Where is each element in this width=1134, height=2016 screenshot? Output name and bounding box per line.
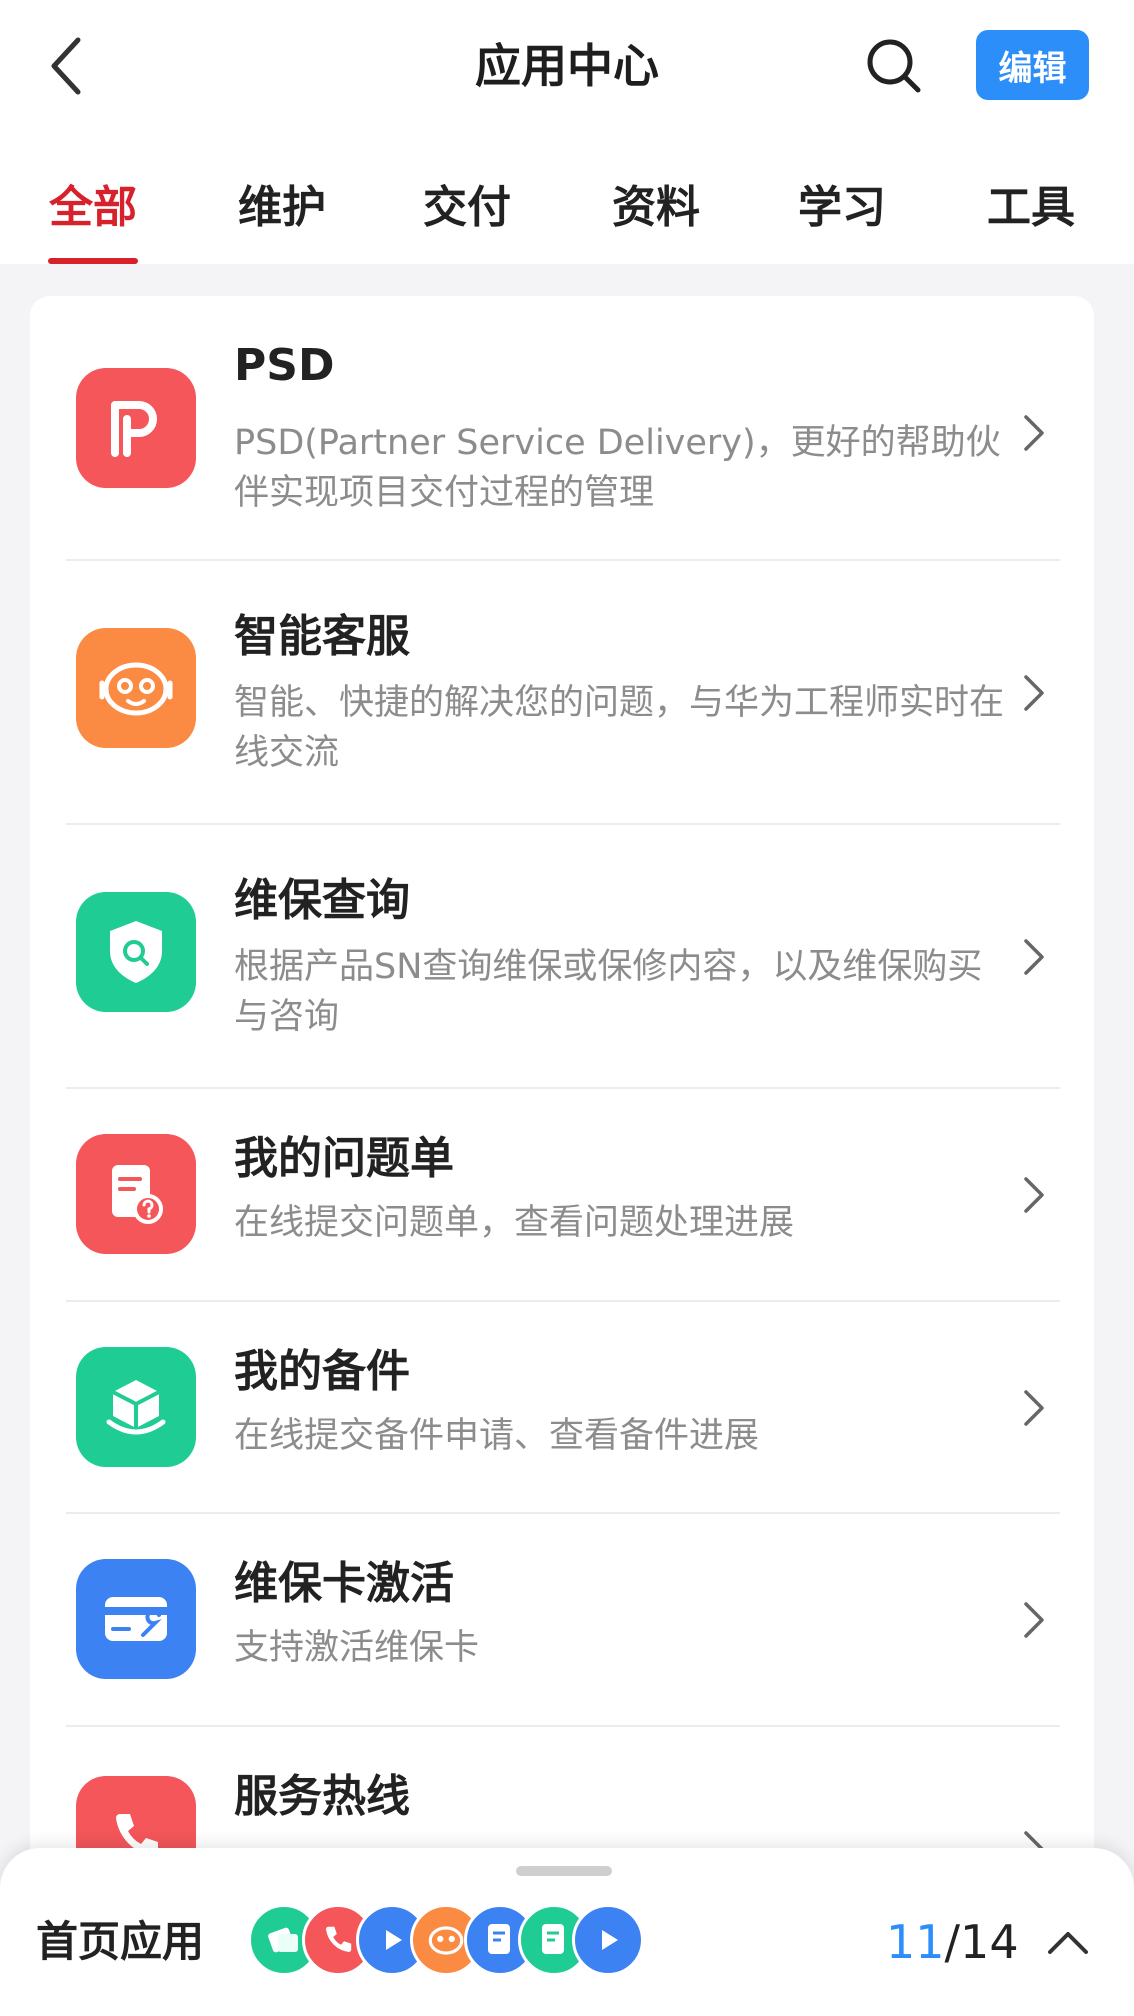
app-name: 智能客服	[234, 611, 410, 662]
header: 应用中心 编辑 全部 维护 交付 资料 学习 工具	[0, 0, 1134, 264]
app-description: 根据产品SN查询维保或保修内容，以及维保购买与咨询	[234, 947, 983, 1037]
app-center-page: 应用中心 编辑 全部 维护 交付 资料 学习 工具 PSD PSD(Partne…	[0, 0, 1134, 2016]
chevron-right-icon	[1014, 408, 1054, 458]
tab-documents[interactable]: 资料	[586, 168, 726, 248]
search-button[interactable]	[858, 30, 930, 102]
tab-learning[interactable]: 学习	[772, 168, 912, 248]
app-list: PSD PSD(Partner Service Delivery)，更好的帮助伙…	[30, 296, 1094, 2016]
question-doc-icon	[76, 1134, 196, 1254]
home-apps-preview[interactable]	[248, 1904, 648, 1980]
app-item-card-activation[interactable]: 维保卡激活 支持激活维保卡	[30, 1513, 1094, 1726]
tab-maintenance[interactable]: 维护	[212, 168, 352, 248]
robot-icon	[76, 628, 196, 748]
card-wrench-icon	[76, 1559, 196, 1679]
active-tab-indicator	[48, 258, 138, 264]
app-name: 服务热线	[234, 1771, 410, 1822]
app-description: PSD(Partner Service Delivery)，更好的帮助伙伴实现项…	[234, 423, 1001, 513]
app-item-smart-service[interactable]: 智能客服 智能、快捷的解决您的问题，与华为工程师实时在线交流	[30, 560, 1094, 824]
home-apps-panel[interactable]: 首页应用 11/14	[0, 1848, 1134, 2016]
app-description: 支持激活维保卡	[234, 1628, 480, 1668]
psd-logo-icon	[76, 368, 196, 488]
app-name: 维保卡激活	[234, 1558, 454, 1609]
tab-delivery[interactable]: 交付	[397, 168, 537, 248]
app-item-my-tickets[interactable]: 我的问题单 在线提交问题单，查看问题处理进展	[30, 1088, 1094, 1301]
category-tabs: 全部 维护 交付 资料 学习 工具	[0, 160, 1134, 264]
chevron-right-icon	[1014, 1170, 1054, 1220]
app-name: 维保查询	[234, 875, 410, 926]
app-description: 在线提交问题单，查看问题处理进展	[234, 1203, 795, 1243]
chevron-right-icon	[1014, 1595, 1054, 1645]
tab-tools[interactable]: 工具	[961, 168, 1101, 248]
page-title: 应用中心	[475, 39, 659, 93]
app-item-warranty-query[interactable]: 维保查询 根据产品SN查询维保或保修内容，以及维保购买与咨询	[30, 824, 1094, 1088]
back-button[interactable]	[36, 30, 96, 102]
app-name: 我的备件	[234, 1346, 410, 1397]
chevron-up-icon	[1048, 1932, 1088, 1954]
app-description: 在线提交备件申请、查看备件进展	[234, 1416, 760, 1456]
home-apps-counter: 11/14	[886, 1904, 1019, 1980]
shield-search-icon	[76, 892, 196, 1012]
total-count: 14	[960, 1915, 1019, 1969]
chevron-right-icon	[1014, 668, 1054, 718]
chevron-right-icon	[1014, 932, 1054, 982]
app-name: 我的问题单	[234, 1133, 454, 1184]
app-name: PSD	[234, 340, 335, 391]
expand-button[interactable]	[1040, 1914, 1096, 1970]
app-item-psd[interactable]: PSD PSD(Partner Service Delivery)，更好的帮助伙…	[30, 296, 1094, 560]
play-icon	[572, 1904, 644, 1976]
drag-handle[interactable]	[516, 1866, 612, 1876]
cube-icon	[76, 1347, 196, 1467]
back-arrow-icon	[51, 37, 81, 95]
app-item-spare-parts[interactable]: 我的备件 在线提交备件申请、查看备件进展	[30, 1301, 1094, 1513]
app-description: 智能、快捷的解决您的问题，与华为工程师实时在线交流	[234, 683, 1005, 773]
chevron-right-icon	[1014, 1383, 1054, 1433]
tab-all[interactable]: 全部	[23, 168, 163, 248]
count-separator: /	[944, 1915, 961, 1969]
home-apps-label: 首页应用	[36, 1917, 205, 1966]
edit-button[interactable]: 编辑	[976, 30, 1089, 100]
current-count: 11	[886, 1915, 945, 1969]
search-icon	[867, 39, 921, 93]
